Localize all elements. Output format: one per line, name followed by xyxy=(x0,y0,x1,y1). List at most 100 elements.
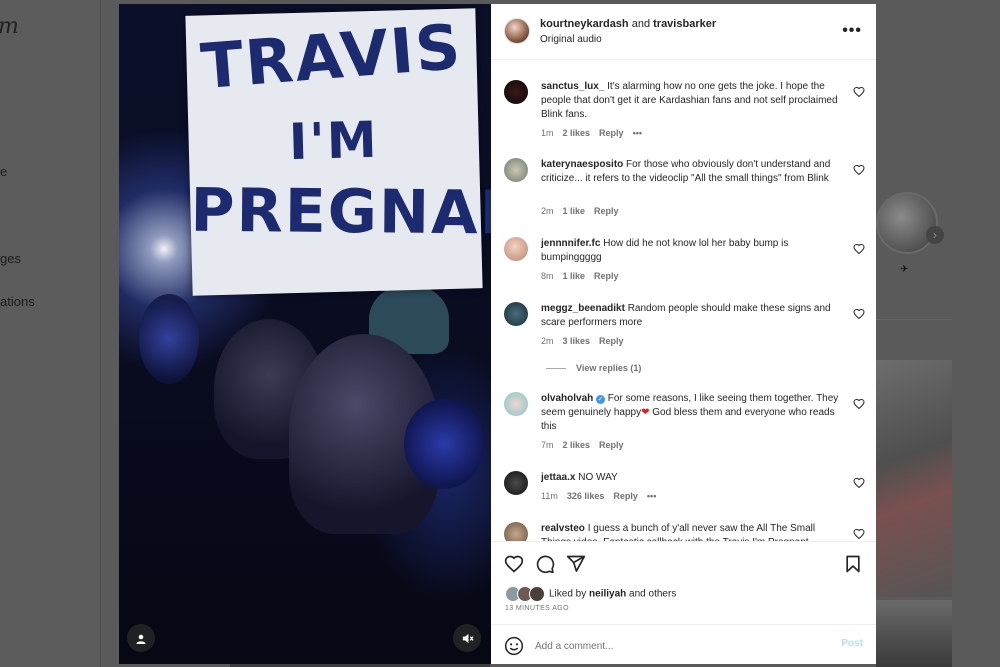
comment-like-heart-icon[interactable] xyxy=(853,86,865,98)
liked-by: Liked by neiliyah and others xyxy=(505,586,676,602)
comment-time: 2m xyxy=(541,336,554,346)
add-comment-input[interactable] xyxy=(535,637,815,655)
comment-text: jennnnifer.fc How did he not know lol he… xyxy=(541,237,841,265)
comment-meta: 8m 1 like Reply xyxy=(541,271,628,281)
comment-likes[interactable]: 3 likes xyxy=(563,336,591,346)
comment-meta: 7m 2 likes Reply xyxy=(541,440,633,450)
comment-text: meggz_beenadikt Random people should mak… xyxy=(541,302,841,330)
comment-more-icon[interactable]: ••• xyxy=(647,491,656,501)
comment-like-heart-icon[interactable] xyxy=(853,308,865,320)
comment-time: 7m xyxy=(541,440,554,450)
crowd-figure xyxy=(404,399,484,489)
author-connector: and xyxy=(628,18,654,30)
comment-likes[interactable]: 326 likes xyxy=(567,491,605,501)
background-suggested-avatar xyxy=(876,192,938,254)
comment-text: jettaa.x NO WAY xyxy=(541,471,841,485)
background-divider xyxy=(876,319,952,320)
sign-line: PREGNANT xyxy=(190,175,491,250)
post-comment-button[interactable]: Post xyxy=(841,638,863,649)
post-timestamp[interactable]: 13 MINUTES AGO xyxy=(505,605,569,612)
commenter-avatar[interactable] xyxy=(504,471,528,495)
comment-reply-button[interactable]: Reply xyxy=(594,206,619,216)
commenter-avatar[interactable] xyxy=(504,237,528,261)
background-next-arrow-icon: › xyxy=(926,226,944,244)
emoji-icon[interactable] xyxy=(504,636,524,656)
post-actions: Liked by neiliyah and others 13 MINUTES … xyxy=(491,541,876,664)
comment-icon[interactable] xyxy=(535,554,555,574)
share-icon[interactable] xyxy=(566,554,586,574)
comment-likes[interactable]: 1 like xyxy=(563,206,586,216)
save-icon[interactable] xyxy=(843,554,863,574)
sign-line: I'M xyxy=(288,110,380,172)
comment-likes[interactable]: 2 likes xyxy=(563,440,591,450)
liked-by-avatars xyxy=(505,586,547,602)
comment-meta: 11m 326 likes Reply ••• xyxy=(541,491,665,501)
post-header: kourtneykardash and travisbarker Origina… xyxy=(491,4,876,60)
commenter-avatar[interactable] xyxy=(504,392,528,416)
post-side-panel: kourtneykardash and travisbarker Origina… xyxy=(491,4,876,664)
post-media-video[interactable]: TRAVIS I'M PREGNANT xyxy=(119,4,491,664)
comment-username[interactable]: sanctus_lux_ xyxy=(541,81,604,92)
comment-reply-button[interactable]: Reply xyxy=(599,128,624,138)
user-tag-icon[interactable] xyxy=(127,624,155,652)
background-nav-item: e xyxy=(0,164,8,179)
sign-line: TRAVIS xyxy=(198,9,465,104)
comment-username[interactable]: jennnnifer.fc xyxy=(541,238,600,249)
comment-like-heart-icon[interactable] xyxy=(853,528,865,540)
background-thumbnail xyxy=(876,600,952,667)
comment-meta: 2m 1 like Reply xyxy=(541,206,628,216)
commenter-avatar[interactable] xyxy=(504,302,528,326)
comment-reply-button[interactable]: Reply xyxy=(599,336,624,346)
comment-text: olvaholvah ✓ For some reasons, I like se… xyxy=(541,392,841,434)
comment-time: 2m xyxy=(541,206,554,216)
more-options-icon[interactable]: ••• xyxy=(842,22,862,40)
add-comment-bar: Post xyxy=(491,624,876,665)
commenter-avatar[interactable] xyxy=(504,522,528,541)
post-modal: TRAVIS I'M PREGNANT kourtneykardash and … xyxy=(119,4,876,664)
comment-username[interactable]: olvaholvah xyxy=(541,393,593,404)
mute-icon[interactable] xyxy=(453,624,481,652)
commenter-avatar[interactable] xyxy=(504,80,528,104)
comment-like-heart-icon[interactable] xyxy=(853,398,865,410)
comment-username[interactable]: jettaa.x xyxy=(541,472,575,483)
background-nav-item: ges xyxy=(0,251,21,266)
replies-line xyxy=(546,368,566,370)
background-thumbnail xyxy=(876,360,952,597)
post-authors: kourtneykardash and travisbarker xyxy=(540,18,716,30)
comment-username[interactable]: katerynaesposito xyxy=(541,159,623,170)
comment-reply-button[interactable]: Reply xyxy=(599,440,624,450)
author-avatar[interactable] xyxy=(504,18,530,44)
comment-likes[interactable]: 2 likes xyxy=(563,128,591,138)
comment-like-heart-icon[interactable] xyxy=(853,477,865,489)
view-replies-button[interactable]: View replies (1) xyxy=(546,363,641,373)
liker-avatar xyxy=(529,586,545,602)
commenter-avatar[interactable] xyxy=(504,158,528,182)
heart-icon[interactable] xyxy=(504,554,524,574)
audio-link[interactable]: Original audio xyxy=(540,34,602,45)
coauthor-link[interactable]: travisbarker xyxy=(653,18,716,30)
comment-like-heart-icon[interactable] xyxy=(853,243,865,255)
comment-time: 11m xyxy=(541,491,558,501)
liked-by-user-link[interactable]: neiliyah xyxy=(589,589,626,600)
comments-list: sanctus_lux_ It's alarming how no one ge… xyxy=(491,61,876,541)
author-link[interactable]: kourtneykardash xyxy=(540,18,629,30)
comment-time: 8m xyxy=(541,271,554,281)
comment-username[interactable]: realvsteo xyxy=(541,523,585,534)
comment-likes[interactable]: 1 like xyxy=(563,271,586,281)
comment-like-heart-icon[interactable] xyxy=(853,164,865,176)
comment-text: sanctus_lux_ It's alarming how no one ge… xyxy=(541,80,841,122)
comment-body: NO WAY xyxy=(575,472,618,483)
background-nav-item: ations xyxy=(0,294,35,309)
comment-more-icon[interactable]: ••• xyxy=(633,128,642,138)
comment-time: 1m xyxy=(541,128,554,138)
comment-text: realvsteo I guess a bunch of y'all never… xyxy=(541,522,841,541)
media-sign: TRAVIS I'M PREGNANT xyxy=(185,8,491,296)
comment-reply-button[interactable]: Reply xyxy=(594,271,619,281)
background-logo: m xyxy=(0,14,19,39)
liked-by-suffix[interactable]: and others xyxy=(626,589,676,600)
verified-icon: ✓ xyxy=(596,395,606,404)
background-suggested-name: ✈ xyxy=(900,264,909,275)
comment-reply-button[interactable]: Reply xyxy=(613,491,638,501)
comment-username[interactable]: meggz_beenadikt xyxy=(541,303,625,314)
comment-meta: 2m 3 likes Reply xyxy=(541,336,633,346)
